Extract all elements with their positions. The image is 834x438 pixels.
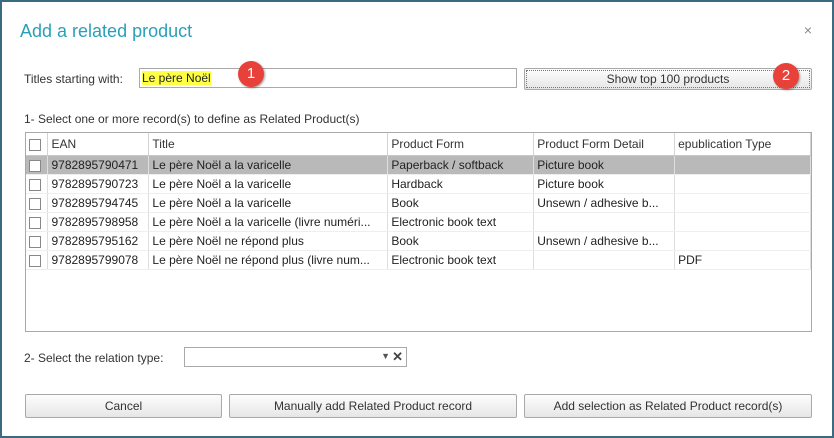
cell-epub — [674, 155, 811, 175]
row-checkbox[interactable] — [26, 250, 49, 270]
table-row[interactable]: 9782895795162 Le père Noël ne répond plu… — [26, 231, 811, 251]
table-row[interactable]: 9782895794745 Le père Noël a la varicell… — [26, 193, 811, 213]
cell-epub: PDF — [674, 250, 811, 270]
cell-detail — [533, 250, 676, 270]
search-value: Le père Noël — [142, 71, 211, 85]
row-checkbox[interactable] — [26, 212, 49, 232]
manual-add-button[interactable]: Manually add Related Product record — [229, 394, 517, 418]
title-search-input[interactable]: Le père Noël — [139, 68, 517, 88]
relation-type-label: 2- Select the relation type: — [24, 351, 164, 365]
cell-form: Paperback / softback — [387, 155, 535, 175]
cell-title: Le père Noël a la varicelle — [148, 155, 389, 175]
step-badge-1: 1 — [238, 61, 264, 87]
col-header-title[interactable]: Title — [148, 133, 389, 156]
table-row[interactable]: 9782895790471 Le père Noël a la varicell… — [26, 155, 811, 175]
clear-icon[interactable]: ✕ — [392, 349, 403, 365]
cell-detail: Picture book — [533, 155, 676, 175]
products-table: EAN Title Product Form Product Form Deta… — [26, 133, 811, 270]
search-label: Titles starting with: — [24, 72, 123, 86]
cell-ean: 9782895790471 — [47, 155, 150, 175]
col-header-epublication-type[interactable]: epublication Type — [674, 133, 811, 156]
cell-detail: Picture book — [533, 174, 676, 194]
section1-label: 1- Select one or more record(s) to defin… — [24, 112, 360, 126]
cell-ean: 9782895799078 — [47, 250, 150, 270]
cell-title: Le père Noël ne répond plus — [148, 231, 389, 251]
cell-epub — [674, 231, 811, 251]
cell-form: Electronic book text — [387, 212, 535, 232]
row-checkbox[interactable] — [26, 231, 49, 251]
table-row[interactable]: 9782895799078 Le père Noël ne répond plu… — [26, 250, 811, 270]
cell-epub — [674, 174, 811, 194]
products-grid: EAN Title Product Form Product Form Deta… — [25, 132, 812, 332]
cell-title: Le père Noël a la varicelle — [148, 174, 389, 194]
col-header-product-form[interactable]: Product Form — [387, 133, 535, 156]
cell-epub — [674, 212, 811, 232]
row-checkbox[interactable] — [26, 174, 49, 194]
table-header-row: EAN Title Product Form Product Form Deta… — [26, 133, 811, 156]
table-row[interactable]: 9782895790723 Le père Noël a la varicell… — [26, 174, 811, 194]
col-header-ean[interactable]: EAN — [47, 133, 150, 156]
cell-ean: 9782895790723 — [47, 174, 150, 194]
select-all-checkbox[interactable] — [26, 133, 49, 156]
cell-ean: 9782895795162 — [47, 231, 150, 251]
row-checkbox[interactable] — [26, 155, 49, 175]
chevron-down-icon[interactable]: ▼ — [381, 351, 390, 361]
col-header-product-form-detail[interactable]: Product Form Detail — [533, 133, 676, 156]
cell-ean: 9782895794745 — [47, 193, 150, 213]
relation-type-select[interactable]: ▼ ✕ — [184, 347, 407, 367]
cell-form: Electronic book text — [387, 250, 535, 270]
row-checkbox[interactable] — [26, 193, 49, 213]
dialog-title: Add a related product — [20, 21, 193, 41]
cell-ean: 9782895798958 — [47, 212, 150, 232]
cell-title: Le père Noël a la varicelle (livre numér… — [148, 212, 389, 232]
add-selection-button[interactable]: Add selection as Related Product record(… — [524, 394, 812, 418]
show-top-100-button[interactable]: Show top 100 products — [524, 68, 812, 90]
cell-form: Hardback — [387, 174, 535, 194]
cell-detail: Unsewn / adhesive b... — [533, 193, 676, 213]
cell-title: Le père Noël ne répond plus (livre num..… — [148, 250, 389, 270]
cell-title: Le père Noël a la varicelle — [148, 193, 389, 213]
dialog-window: Add a related product × Titles starting … — [0, 0, 834, 438]
cell-form: Book — [387, 193, 535, 213]
step-badge-2: 2 — [773, 63, 799, 89]
cell-detail: Unsewn / adhesive b... — [533, 231, 676, 251]
table-row[interactable]: 9782895798958 Le père Noël a la varicell… — [26, 212, 811, 232]
close-icon[interactable]: × — [804, 22, 812, 38]
cell-form: Book — [387, 231, 535, 251]
cancel-button[interactable]: Cancel — [25, 394, 222, 418]
cell-epub — [674, 193, 811, 213]
cell-detail — [533, 212, 676, 232]
